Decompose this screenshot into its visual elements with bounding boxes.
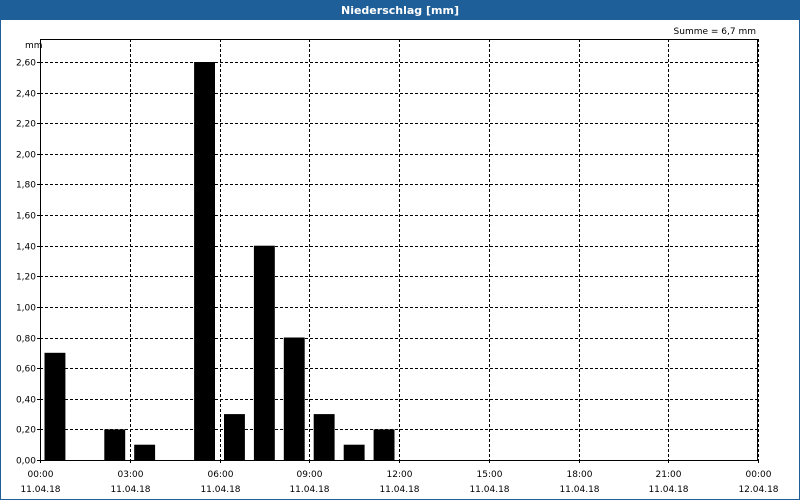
x-tick-labels: 00:00 11.04.18 03:00 11.04.18 06:00 11.04.18 0…	[20, 470, 778, 495]
precip-bar	[44, 352, 66, 460]
x-tick-date: 11.04.18	[379, 485, 419, 495]
x-tick-time: 12:00	[387, 470, 413, 480]
x-tick-time: 00:00	[28, 470, 54, 480]
y-tick-label: 1,20	[16, 273, 36, 283]
bar-series	[44, 62, 395, 460]
y-tick-label: 1,80	[16, 181, 36, 191]
x-tick-date: 11.04.18	[469, 485, 509, 495]
y-tick-label: 2,40	[16, 90, 36, 100]
x-tick-time: 06:00	[208, 470, 234, 480]
precip-bar	[343, 444, 365, 460]
y-tick-label: 0,60	[16, 365, 36, 375]
x-tick-date: 11.04.18	[648, 485, 688, 495]
y-tick-label: 2,60	[16, 59, 36, 69]
y-tick-label: 1,40	[16, 243, 36, 253]
y-tick-label: 0,20	[16, 426, 36, 436]
x-tick-date: 11.04.18	[110, 485, 150, 495]
x-tick-date: 11.04.18	[200, 485, 240, 495]
precip-bar	[224, 414, 245, 460]
precip-bar	[373, 429, 395, 460]
precip-bar	[194, 62, 215, 460]
precip-bar	[253, 245, 275, 460]
y-tick-label: 2,20	[16, 120, 36, 130]
x-tick-time: 09:00	[297, 470, 323, 480]
x-tick-date: 11.04.18	[559, 485, 599, 495]
grid-lines	[40, 39, 759, 460]
precip-bar	[313, 414, 335, 460]
x-tick-time: 00:00	[746, 470, 772, 480]
x-tick-time: 03:00	[118, 470, 144, 480]
sum-label: Summe = 6,7 mm	[674, 27, 756, 37]
y-tick-label: 2,00	[16, 151, 36, 161]
y-tick-labels: 0,00 0,20 0,40 0,60 0,80 1,00 1,20 1,40 1,60 1,80…	[16, 59, 36, 467]
x-tick-time: 21:00	[656, 470, 682, 480]
x-tick-date: 11.04.18	[289, 485, 329, 495]
y-tick-label: 0,40	[16, 396, 36, 406]
x-tick-time: 18:00	[567, 470, 593, 480]
x-tick-time: 15:00	[477, 470, 503, 480]
x-tick-date: 11.04.18	[20, 485, 60, 495]
precipitation-chart: 0,00 0,20 0,40 0,60 0,80 1,00 1,20 1,40 1,60 1,80…	[16, 27, 779, 495]
y-tick-label: 1,60	[16, 212, 36, 222]
x-tick-date: 12.04.18	[738, 485, 778, 495]
y-axis-label: mm	[25, 41, 43, 51]
y-tick-label: 0,00	[16, 457, 36, 467]
precip-bar	[283, 337, 305, 460]
precip-bar	[104, 429, 126, 460]
y-tick-label: 1,00	[16, 304, 36, 314]
y-tick-label: 0,80	[16, 335, 36, 345]
precip-bar	[134, 444, 156, 460]
